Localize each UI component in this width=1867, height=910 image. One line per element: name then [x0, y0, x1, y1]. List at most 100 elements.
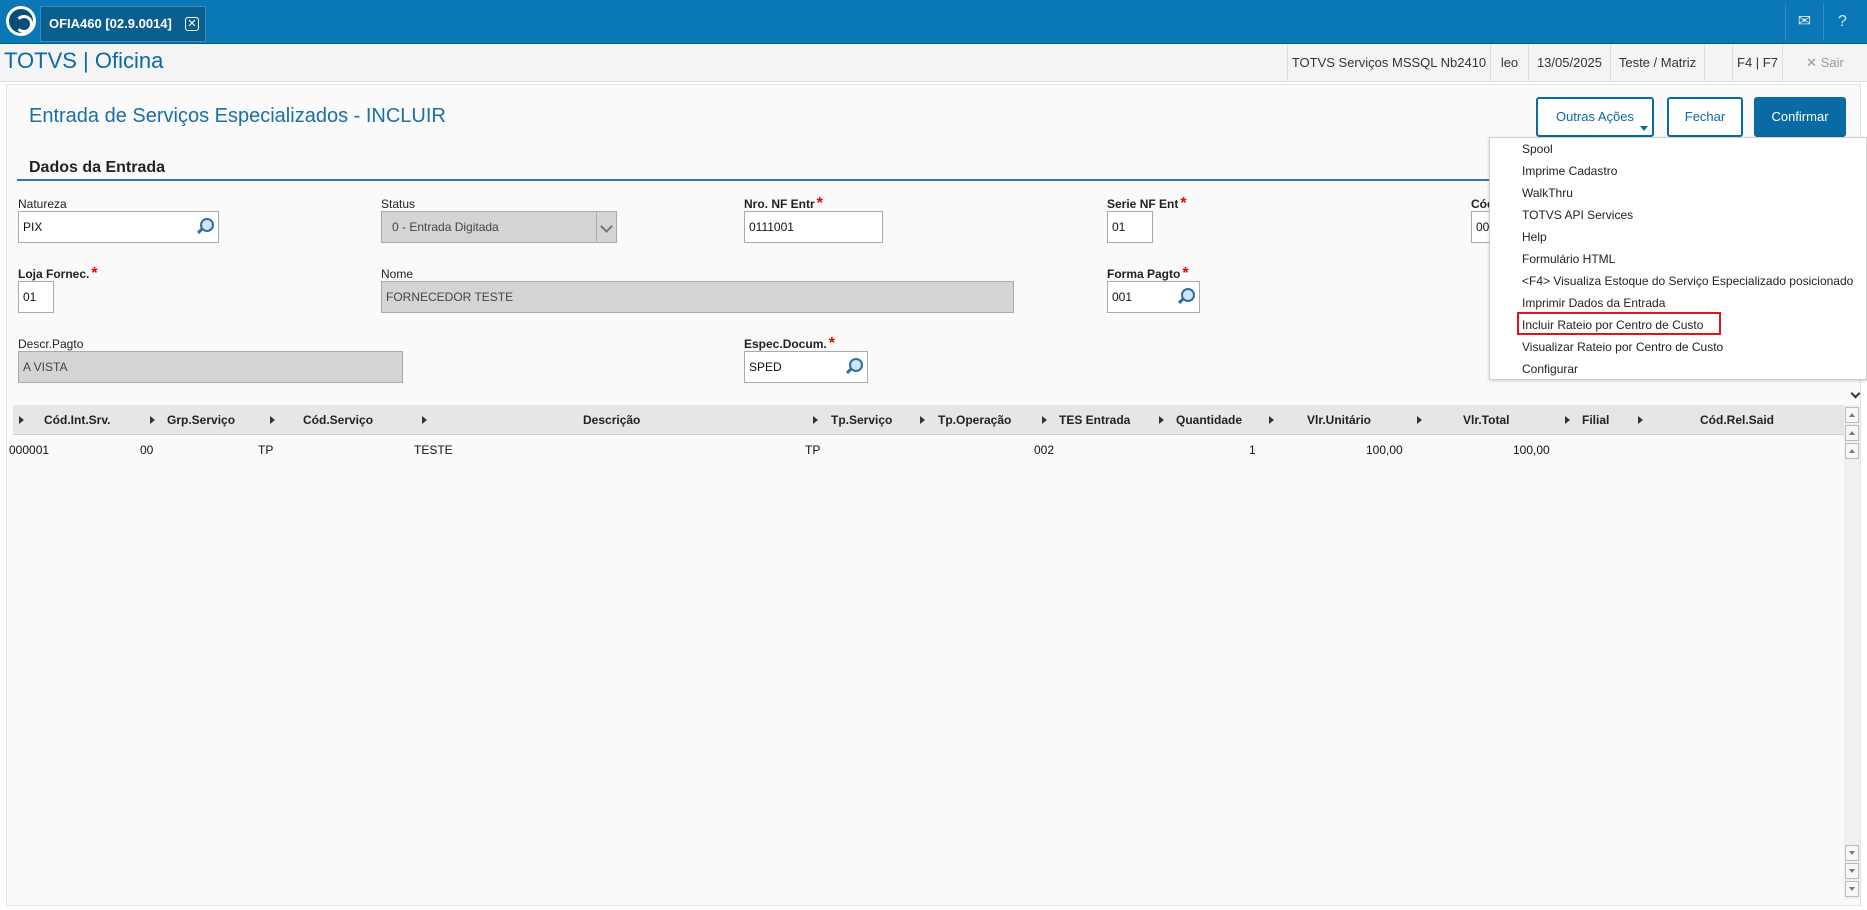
fechar-button[interactable]: Fechar: [1667, 97, 1743, 137]
cell-descricao: TESTE: [414, 443, 453, 457]
totvs-logo-icon[interactable]: [6, 6, 36, 36]
section-title: Dados da Entrada: [29, 159, 166, 176]
col-vlr-total[interactable]: Vlr.Total: [1463, 405, 1509, 435]
top-bar: OFIA460 [02.9.0014] ✕ ✉ ?: [0, 0, 1867, 44]
serie-label-text: Serie NF Ent: [1107, 197, 1179, 211]
col-tes-entrada[interactable]: TES Entrada: [1059, 405, 1130, 435]
cell-tes-entrada: 002: [1034, 443, 1055, 457]
scroll-page-up-icon[interactable]: [1845, 425, 1859, 441]
col-vlr-unitario[interactable]: Vlr.Unitário: [1307, 405, 1371, 435]
espec-docum-label-text: Espec.Docum.: [744, 337, 827, 351]
forma-pagto-field[interactable]: 001: [1107, 281, 1200, 313]
col-tp-servico[interactable]: Tp.Serviço: [831, 405, 892, 435]
sort-arrow-icon[interactable]: [422, 416, 427, 424]
divider-cell: [1704, 44, 1732, 81]
nf-label-text: Nro. NF Entr: [744, 197, 815, 211]
sort-arrow-icon[interactable]: [19, 416, 24, 424]
caret-down-icon: [1640, 126, 1648, 131]
col-tp-operacao[interactable]: Tp.Operação: [938, 405, 1011, 435]
menu-item-walkthru[interactable]: WalkThru: [1522, 183, 1573, 203]
environment-info[interactable]: TOTVS Serviços MSSQL Nb2410: [1287, 44, 1490, 81]
date-info[interactable]: 13/05/2025: [1528, 44, 1610, 81]
scroll-page-down-icon[interactable]: [1845, 863, 1859, 879]
menu-item-formulario-html[interactable]: Formulário HTML: [1522, 249, 1615, 269]
menu-item-spool[interactable]: Spool: [1522, 139, 1553, 159]
required-mark: *: [1182, 265, 1189, 282]
nf-field[interactable]: 0111001: [744, 211, 883, 243]
chevron-down-icon: [596, 212, 616, 242]
col-cod-rel-said[interactable]: Cód.Rel.Said: [1700, 405, 1774, 435]
cell-tp-servico: TP: [805, 443, 821, 457]
outras-acoes-button[interactable]: Outras Ações: [1536, 97, 1654, 137]
outras-acoes-label: Outras Ações: [1555, 109, 1635, 124]
menu-item-visualiza-estoque[interactable]: <F4> Visualiza Estoque do Serviço Especi…: [1522, 271, 1853, 291]
descr-pagto-field: A VISTA: [18, 351, 403, 383]
sort-arrow-icon[interactable]: [150, 416, 155, 424]
forma-pagto-value: 001: [1112, 290, 1133, 304]
mail-icon[interactable]: ✉: [1785, 4, 1823, 40]
app-title: TOTVS | Oficina: [4, 48, 164, 73]
sort-arrow-icon[interactable]: [1269, 416, 1274, 424]
sort-arrow-icon[interactable]: [1638, 416, 1643, 424]
sort-arrow-icon[interactable]: [813, 416, 818, 424]
sort-arrow-icon[interactable]: [920, 416, 925, 424]
grid-scrollbar[interactable]: [1844, 405, 1860, 899]
espec-docum-value: SPED: [749, 360, 782, 374]
col-cod-int-srv[interactable]: Cód.Int.Srv.: [44, 405, 110, 435]
forma-pagto-label-text: Forma Pagto: [1107, 267, 1181, 281]
nome-field: FORNECEDOR TESTE: [381, 281, 1014, 313]
search-icon[interactable]: [1177, 288, 1195, 306]
sort-arrow-icon[interactable]: [270, 416, 275, 424]
grid-header: Cód.Int.Srv. Grp.Serviço Cód.Serviço Des…: [13, 405, 1853, 435]
exit-button[interactable]: ✕ Sair: [1782, 44, 1867, 81]
search-icon[interactable]: [845, 358, 863, 376]
cell-cod-servico: TP: [258, 443, 274, 457]
menu-item-totvs-api-services[interactable]: TOTVS API Services: [1522, 205, 1633, 225]
scroll-down-icon[interactable]: [1845, 845, 1859, 861]
menu-item-visualizar-rateio[interactable]: Visualizar Rateio por Centro de Custo: [1522, 337, 1723, 357]
required-mark: *: [91, 265, 98, 282]
required-mark: *: [828, 335, 835, 352]
col-filial[interactable]: Filial: [1582, 405, 1609, 435]
app-bar: TOTVS | Oficina TOTVS Serviços MSSQL Nb2…: [0, 44, 1867, 82]
cell-quantidade: 1: [1249, 443, 1256, 457]
menu-item-configurar[interactable]: Configurar: [1522, 359, 1578, 379]
program-tab-label: OFIA460 [02.9.0014]: [49, 16, 172, 31]
espec-docum-field[interactable]: SPED: [744, 351, 868, 383]
cell-grp-servico: 00: [140, 443, 154, 457]
status-select[interactable]: 0 - Entrada Digitada: [381, 211, 617, 243]
serie-field[interactable]: 01: [1107, 211, 1153, 243]
descr-pagto-label: Descr.Pagto: [18, 337, 84, 351]
scroll-bottom-icon[interactable]: [1845, 881, 1859, 897]
sort-arrow-icon[interactable]: [1159, 416, 1164, 424]
confirmar-button[interactable]: Confirmar: [1754, 97, 1846, 137]
menu-item-help[interactable]: Help: [1522, 227, 1547, 247]
exit-label: Sair: [1820, 55, 1844, 70]
natureza-label: Natureza: [18, 197, 67, 211]
user-info[interactable]: leo: [1490, 44, 1528, 81]
status-label: Status: [381, 197, 416, 211]
cell-vlr-unitario: 100,00: [1366, 443, 1403, 457]
help-icon[interactable]: ?: [1823, 4, 1861, 40]
scroll-top-icon[interactable]: [1845, 407, 1859, 423]
loja-field[interactable]: 01: [18, 281, 54, 313]
close-icon: ✕: [1806, 55, 1818, 70]
sort-arrow-icon[interactable]: [1042, 416, 1047, 424]
col-quantidade[interactable]: Quantidade: [1176, 405, 1242, 435]
scroll-up-icon[interactable]: [1845, 443, 1859, 459]
natureza-value: PIX: [23, 220, 43, 234]
close-icon[interactable]: ✕: [185, 17, 199, 31]
company-info[interactable]: Teste / Matriz: [1610, 44, 1704, 81]
natureza-field[interactable]: PIX: [18, 211, 219, 243]
status-value: 0 - Entrada Digitada: [392, 220, 499, 234]
col-grp-servico[interactable]: Grp.Serviço: [167, 405, 235, 435]
menu-item-imprimir-dados[interactable]: Imprimir Dados da Entrada: [1522, 293, 1665, 313]
sort-arrow-icon[interactable]: [1565, 416, 1570, 424]
program-tab[interactable]: OFIA460 [02.9.0014] ✕: [40, 6, 206, 42]
sort-arrow-icon[interactable]: [1417, 416, 1422, 424]
col-descricao[interactable]: Descrição: [583, 405, 640, 435]
shortcut-keys[interactable]: F4 | F7: [1732, 44, 1782, 81]
search-icon[interactable]: [196, 218, 214, 236]
col-cod-servico[interactable]: Cód.Serviço: [303, 405, 373, 435]
menu-item-imprime-cadastro[interactable]: Imprime Cadastro: [1522, 161, 1617, 181]
